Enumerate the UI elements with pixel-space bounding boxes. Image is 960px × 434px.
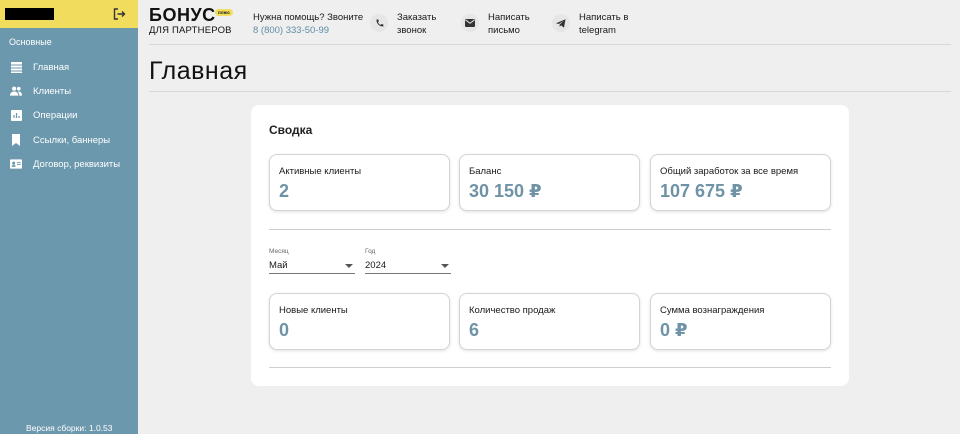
stat-active-clients: Активные клиенты 2 bbox=[269, 154, 450, 211]
logo-badge: плюс bbox=[215, 9, 233, 16]
stat-reward-sum: Сумма вознаграждения 0 ₽ bbox=[650, 293, 831, 350]
sidebar-item-clients[interactable]: Клиенты bbox=[0, 81, 138, 101]
sidebar-item-operations[interactable]: Операции bbox=[0, 105, 138, 125]
stat-value: 0 bbox=[279, 320, 290, 340]
year-value: 2024 bbox=[365, 260, 387, 271]
sidebar-item-label: Клиенты bbox=[33, 85, 72, 97]
chevron-down-icon bbox=[441, 263, 449, 268]
write-telegram-button[interactable]: Написать в telegram bbox=[552, 11, 628, 37]
stat-value: 107 675 ₽ bbox=[660, 181, 743, 201]
stat-value: 6 bbox=[469, 320, 480, 340]
stat-label: Количество продаж bbox=[469, 305, 556, 316]
stat-value: 30 150 ₽ bbox=[469, 181, 542, 201]
user-name-redacted bbox=[5, 8, 54, 20]
chevron-down-icon bbox=[345, 263, 353, 268]
write-telegram-line1: Написать в bbox=[579, 12, 629, 23]
sidebar-header bbox=[0, 0, 138, 28]
bookmark-icon bbox=[10, 134, 22, 146]
stat-value: 0 ₽ bbox=[660, 320, 688, 340]
people-icon bbox=[10, 85, 22, 97]
stat-total-earnings: Общий заработок за все время 107 675 ₽ bbox=[650, 154, 831, 211]
stat-sales-count: Количество продаж 6 bbox=[459, 293, 640, 350]
help-block: Нужна помощь? Звоните 8 (800) 333-50-99 bbox=[253, 11, 363, 37]
month-select[interactable]: Месяц Май bbox=[269, 248, 355, 274]
sidebar-item-contract[interactable]: Договор, реквизиты bbox=[0, 154, 138, 174]
help-phone-link[interactable]: 8 (800) 333-50-99 bbox=[253, 24, 363, 37]
chart-icon bbox=[10, 109, 22, 121]
stat-balance: Баланс 30 150 ₽ bbox=[459, 154, 640, 211]
summary-card: Сводка Активные клиенты 2 Баланс 30 150 … bbox=[251, 105, 849, 386]
sidebar-item-home[interactable]: Главная bbox=[0, 57, 138, 77]
year-caption: Год bbox=[365, 248, 376, 255]
month-caption: Месяц bbox=[269, 248, 289, 255]
write-telegram-line2: telegram bbox=[579, 25, 616, 36]
build-version: Версия сборки: 1.0.53 bbox=[26, 423, 113, 433]
stat-new-clients: Новые клиенты 0 bbox=[269, 293, 450, 350]
logo[interactable]: БОНУС плюс ДЛЯ ПАРТНЕРОВ bbox=[149, 6, 233, 36]
section-divider bbox=[269, 367, 831, 368]
sidebar-item-label: Договор, реквизиты bbox=[33, 158, 121, 170]
stat-label: Активные клиенты bbox=[279, 166, 362, 177]
year-select[interactable]: Год 2024 bbox=[365, 248, 451, 274]
header-divider bbox=[149, 44, 951, 45]
request-call-line2: звонок bbox=[397, 25, 427, 36]
id-card-icon bbox=[10, 158, 22, 170]
write-email-line1: Написать bbox=[488, 12, 530, 23]
title-divider bbox=[149, 91, 951, 92]
sidebar-item-label: Главная bbox=[33, 61, 70, 73]
request-call-button[interactable]: Заказать звонок bbox=[370, 11, 436, 37]
sidebar-item-links[interactable]: Ссылки, баннеры bbox=[0, 130, 138, 150]
phone-icon bbox=[370, 14, 388, 32]
section-divider bbox=[269, 229, 831, 230]
request-call-line1: Заказать bbox=[397, 12, 437, 23]
sidebar-section-label: Основные bbox=[9, 37, 52, 47]
stat-label: Новые клиенты bbox=[279, 305, 348, 316]
write-email-line2: письмо bbox=[488, 25, 520, 36]
sidebar-item-label: Операции bbox=[33, 109, 78, 121]
page-title: Главная bbox=[149, 57, 248, 85]
logo-subtitle: ДЛЯ ПАРТНЕРОВ bbox=[149, 25, 232, 36]
stat-label: Баланс bbox=[469, 166, 502, 177]
mail-icon bbox=[461, 14, 479, 32]
help-question: Нужна помощь? Звоните bbox=[253, 12, 364, 23]
write-email-button[interactable]: Написать письмо bbox=[461, 11, 530, 37]
list-icon bbox=[10, 61, 22, 73]
sidebar-item-label: Ссылки, баннеры bbox=[33, 134, 111, 146]
stat-label: Сумма вознаграждения bbox=[660, 305, 765, 316]
summary-title: Сводка bbox=[269, 123, 313, 137]
sidebar: Основные Главная Клиенты Операции Ссылки… bbox=[0, 0, 138, 434]
logout-icon[interactable] bbox=[112, 7, 126, 21]
stat-value: 2 bbox=[279, 181, 290, 201]
telegram-icon bbox=[552, 14, 570, 32]
month-value: Май bbox=[269, 260, 288, 271]
stat-label: Общий заработок за все время bbox=[660, 166, 799, 177]
